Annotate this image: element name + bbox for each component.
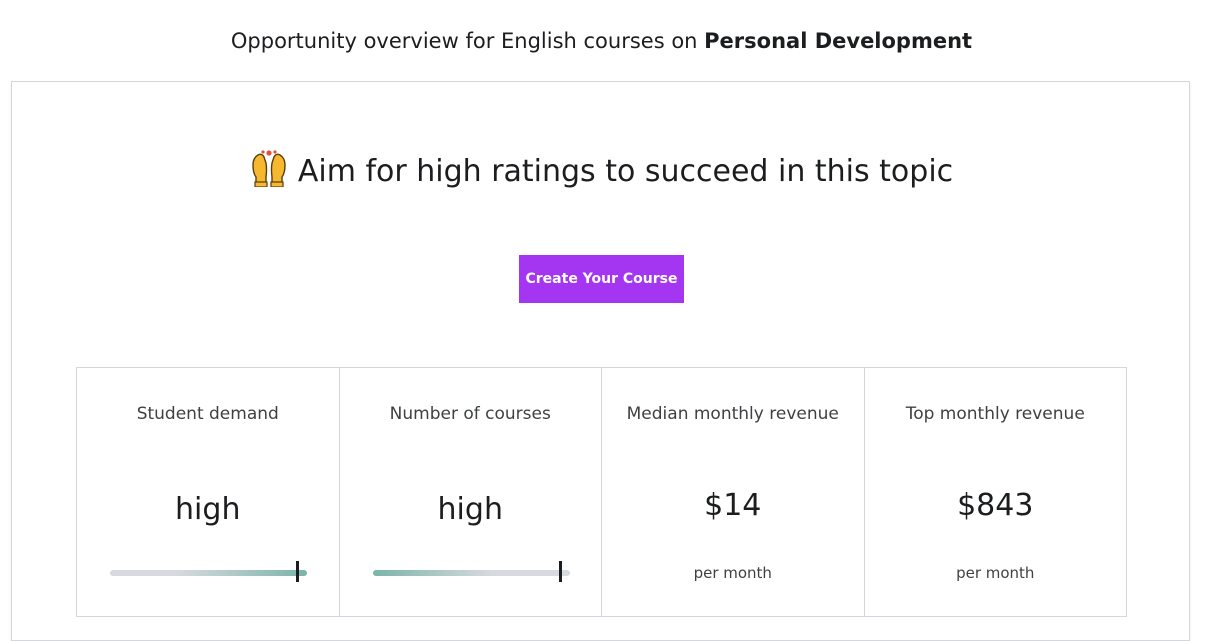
metric-number-of-courses: Number of courses high xyxy=(340,368,602,616)
metric-student-demand: Student demand high xyxy=(77,368,340,616)
topic-name: Personal Development xyxy=(704,29,973,53)
opportunity-card: Aim for high ratings to succeed in this … xyxy=(11,81,1190,641)
demand-gauge xyxy=(110,561,307,582)
metric-median-revenue: Median monthly revenue $14 per month xyxy=(602,368,865,616)
metric-label: Top monthly revenue xyxy=(905,404,1085,424)
metric-value: high xyxy=(175,492,241,527)
metric-unit: per month xyxy=(956,564,1035,582)
metric-label: Number of courses xyxy=(389,404,551,424)
metric-value: $14 xyxy=(704,488,762,523)
headline-text: Aim for high ratings to succeed in this … xyxy=(297,154,954,189)
metric-label: Student demand xyxy=(136,404,279,424)
create-course-button[interactable]: Create Your Course xyxy=(519,255,684,303)
metric-value: $843 xyxy=(957,488,1034,523)
headline: Aim for high ratings to succeed in this … xyxy=(12,149,1191,198)
metric-top-revenue: Top monthly revenue $843 per month xyxy=(865,368,1127,616)
gauge-marker xyxy=(296,561,300,582)
courses-gauge xyxy=(372,561,570,582)
raising-hands-icon xyxy=(250,149,288,198)
metric-label: Median monthly revenue xyxy=(626,404,839,424)
metric-unit: per month xyxy=(693,564,772,582)
metrics-grid: Student demand high Number of courses hi… xyxy=(76,367,1127,617)
page-heading-prefix: Opportunity overview for English courses… xyxy=(230,29,705,53)
gauge-marker xyxy=(558,561,562,582)
page-heading: Opportunity overview for English courses… xyxy=(0,27,1203,55)
metric-value: high xyxy=(437,492,503,527)
